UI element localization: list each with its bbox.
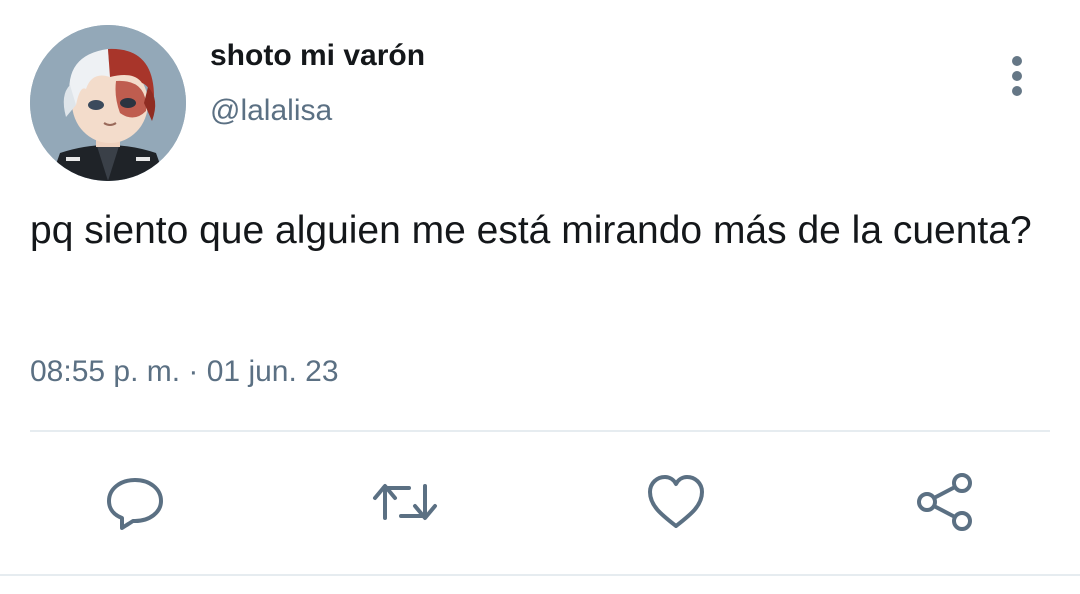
share-icon <box>917 473 972 531</box>
reply-button[interactable] <box>101 468 169 536</box>
user-handle[interactable]: @lalalisa <box>210 93 332 129</box>
avatar[interactable] <box>30 25 186 181</box>
bottom-divider <box>0 574 1080 576</box>
tweet-timestamp[interactable]: 08:55 p. m. · 01 jun. 23 <box>30 354 339 390</box>
comment-bubble-icon <box>107 478 163 530</box>
heart-icon <box>648 475 704 528</box>
like-button[interactable] <box>642 468 710 536</box>
share-button[interactable] <box>912 468 980 536</box>
more-options-icon[interactable] <box>998 52 1036 100</box>
retweet-button[interactable] <box>371 468 439 536</box>
tweet-text: pq siento que alguien me está mirando má… <box>30 209 1032 252</box>
divider <box>30 430 1050 432</box>
tweet-card: shoto mi varón @lalalisa pq siento que a… <box>0 0 1080 594</box>
display-name[interactable]: shoto mi varón <box>210 38 425 74</box>
retweet-icon <box>373 484 437 520</box>
anime-character-avatar-icon <box>30 25 186 181</box>
